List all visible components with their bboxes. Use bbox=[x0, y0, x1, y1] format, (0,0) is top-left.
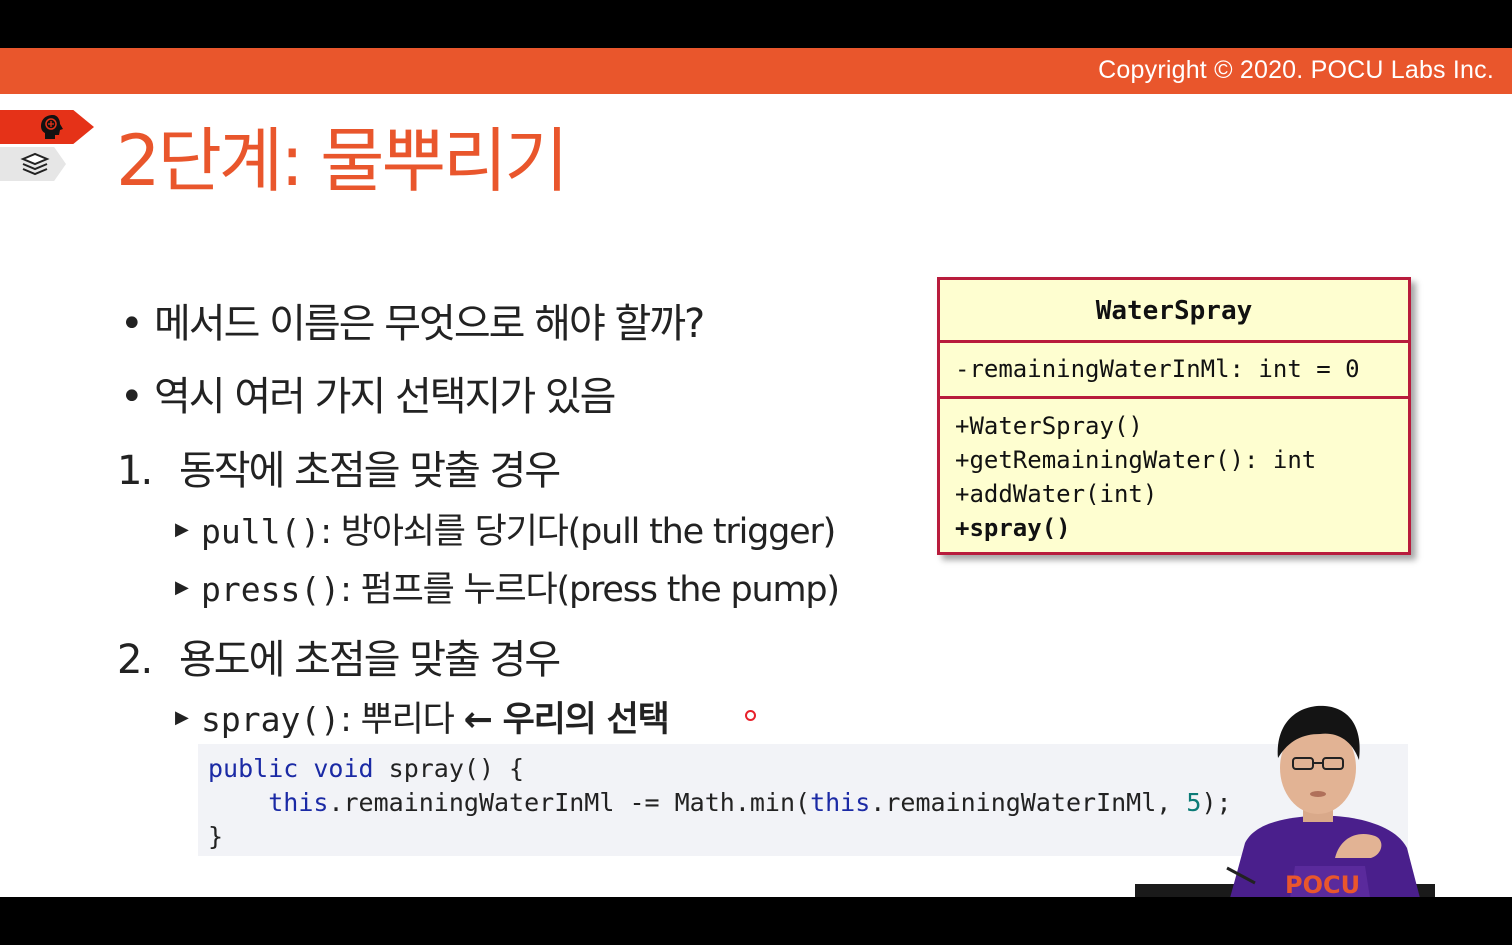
nav-tab-book[interactable] bbox=[0, 147, 66, 181]
code-text: } bbox=[208, 822, 224, 851]
svg-text:POCU: POCU bbox=[1285, 871, 1360, 897]
bullet-marker: • bbox=[120, 374, 144, 420]
method-description: : 뿌리다 bbox=[340, 700, 464, 740]
code-keyword: this bbox=[268, 788, 329, 817]
code-keyword: this bbox=[810, 788, 871, 817]
video-bottom-letterbox bbox=[0, 897, 1512, 945]
nav-tab-brain[interactable] bbox=[0, 110, 94, 144]
video-top-letterbox bbox=[0, 0, 1512, 48]
presenter-video-overlay: POCU bbox=[1135, 705, 1435, 897]
uml-operation: +WaterSpray() bbox=[955, 412, 1143, 440]
uml-class-diagram: WaterSpray -remainingWaterInMl: int = 0 … bbox=[937, 277, 1411, 555]
slide-header-bar: Copyright © 2020. POCU Labs Inc. bbox=[0, 48, 1512, 94]
option-text: 동작에 초점을 맞출 경우 bbox=[179, 448, 561, 494]
uml-attribute: -remainingWaterInMl: int = 0 bbox=[940, 343, 1408, 399]
laser-pointer bbox=[745, 710, 756, 721]
code-keyword: void bbox=[313, 754, 374, 783]
uml-operations: +WaterSpray() +getRemainingWater(): int … bbox=[940, 399, 1408, 545]
bullet-marker: • bbox=[120, 301, 144, 347]
option-item: 2. 용도에 초점을 맞출 경우 bbox=[117, 627, 561, 685]
method-code: pull() bbox=[201, 512, 321, 551]
option-number: 2. bbox=[117, 637, 153, 683]
bullet-text: 역시 여러 가지 선택지가 있음 bbox=[154, 374, 616, 420]
sub-item: ▶ press(): 펌프를 누르다(press the pump) bbox=[175, 561, 840, 612]
brain-head-icon bbox=[41, 115, 63, 139]
option-item: 1. 동작에 초점을 맞출 경우 bbox=[117, 438, 561, 496]
option-text: 용도에 초점을 맞출 경우 bbox=[179, 637, 561, 683]
method-description: : 펌프를 누르다(press the pump) bbox=[340, 570, 840, 610]
triangle-bullet-icon: ▶ bbox=[175, 706, 189, 728]
triangle-bullet-icon: ▶ bbox=[175, 576, 189, 598]
slide-title: 2단계: 물뿌리기 bbox=[116, 120, 569, 202]
code-text: spray() { bbox=[373, 754, 525, 783]
bullet-item: • 메서드 이름은 무엇으로 해야 할까? bbox=[120, 291, 705, 349]
option-number: 1. bbox=[117, 448, 153, 494]
copyright-text: Copyright © 2020. POCU Labs Inc. bbox=[1098, 56, 1494, 84]
uml-operation: +getRemainingWater(): int bbox=[955, 446, 1317, 474]
triangle-bullet-icon: ▶ bbox=[175, 518, 189, 540]
sub-item: ▶ spray(): 뿌리다 ← 우리의 선택 bbox=[175, 691, 670, 742]
book-stack-icon bbox=[20, 152, 50, 176]
method-code: spray() bbox=[201, 700, 341, 739]
uml-operation: +addWater(int) bbox=[955, 480, 1158, 508]
method-description: : 방아쇠를 당기다(pull the trigger) bbox=[320, 512, 836, 552]
our-choice-emphasis: ← 우리의 선택 bbox=[463, 700, 670, 740]
uml-operation-highlighted: +spray() bbox=[955, 514, 1071, 542]
bullet-text: 메서드 이름은 무엇으로 해야 할까? bbox=[154, 301, 705, 347]
slide: Copyright © 2020. POCU Labs Inc. 2단계: 물뿌… bbox=[0, 48, 1512, 897]
code-keyword: public bbox=[208, 754, 299, 783]
method-code: press() bbox=[201, 570, 341, 609]
code-text: .remainingWaterInMl -= Math.min( bbox=[328, 788, 811, 817]
sub-item: ▶ pull(): 방아쇠를 당기다(pull the trigger) bbox=[175, 503, 836, 554]
uml-class-name: WaterSpray bbox=[940, 280, 1408, 343]
bullet-item: • 역시 여러 가지 선택지가 있음 bbox=[120, 364, 616, 422]
